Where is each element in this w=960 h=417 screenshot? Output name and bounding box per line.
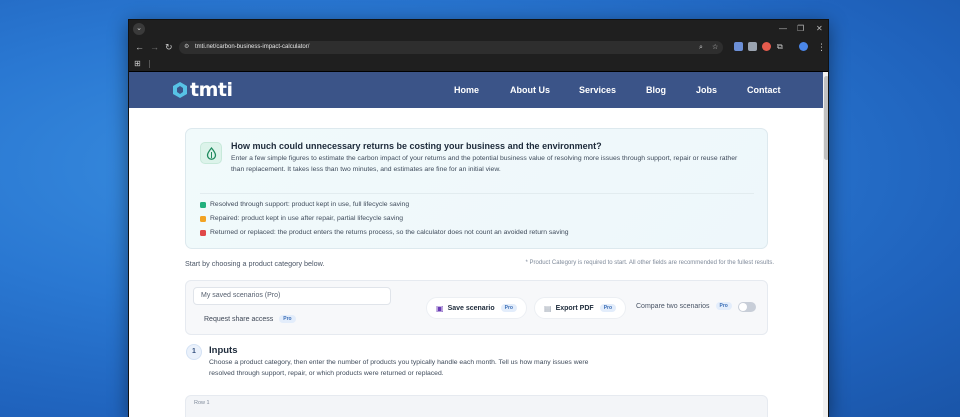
- extension-icon[interactable]: [734, 42, 743, 51]
- export-label: Export PDF: [555, 304, 594, 312]
- save-label: Save scenario: [447, 304, 495, 312]
- extension-icon[interactable]: [762, 42, 771, 51]
- restore-icon[interactable]: ❐: [797, 23, 804, 35]
- browser-toolbar: ← → ↻ ⚙ tmti.net/carbon-business-impact-…: [129, 39, 828, 56]
- divider: [200, 193, 754, 194]
- tab-search-button[interactable]: ⌄: [133, 23, 145, 35]
- compare-scenarios: Compare two scenarios Pro: [636, 302, 732, 310]
- pro-badge: Pro: [500, 304, 517, 312]
- pro-badge: Pro: [279, 315, 296, 323]
- red-status-icon: [200, 229, 206, 236]
- green-status-icon: [200, 201, 206, 208]
- nav-contact[interactable]: Contact: [747, 84, 781, 96]
- save-disk-icon: ▣: [436, 303, 444, 313]
- tab-strip: ⌄ — ❐ ✕: [129, 20, 828, 39]
- minimize-icon[interactable]: —: [779, 23, 787, 35]
- legend-item-resolved: Resolved through support: product kept i…: [200, 201, 409, 208]
- pro-badge: Pro: [715, 302, 732, 310]
- leaf-icon: [200, 142, 222, 164]
- legend-label: Resolved through support: product kept i…: [210, 201, 410, 208]
- share-label: Request share access: [204, 315, 274, 323]
- step-number: 1: [186, 344, 202, 360]
- site-header: tmti Home About Us Services Blog Jobs Co…: [129, 72, 823, 108]
- forward-icon[interactable]: →: [150, 41, 159, 53]
- extensions-puzzle-icon[interactable]: ⧉: [777, 41, 783, 53]
- intro-description: Enter a few simple figures to estimate t…: [231, 155, 738, 173]
- profile-avatar-icon[interactable]: [799, 42, 808, 51]
- browser-window: ⌄ — ❐ ✕ ← → ↻ ⚙ tmti.net/carbon-business…: [128, 19, 829, 417]
- intro-title: How much could unnecessary returns be co…: [231, 141, 602, 151]
- bookmarks-bar: ⊞: [129, 56, 828, 72]
- saved-scenarios-select[interactable]: My saved scenarios (Pro): [193, 287, 391, 305]
- reload-icon[interactable]: ↻: [165, 41, 173, 53]
- tmti-logo[interactable]: tmti: [173, 79, 233, 101]
- legend-label: Returned or replaced: the product enters…: [210, 229, 569, 236]
- start-instruction: Start by choosing a product category bel…: [185, 259, 325, 268]
- logo-hex-icon: [173, 82, 187, 98]
- legend-item-returned: Returned or replaced: the product enters…: [200, 229, 569, 236]
- scrollbar-thumb[interactable]: [824, 76, 828, 160]
- inputs-description: Choose a product category, then enter th…: [209, 359, 589, 377]
- zoom-icon[interactable]: ⌕: [699, 41, 703, 54]
- input-row-card: Row 1: [185, 395, 768, 417]
- scenario-panel: My saved scenarios (Pro) Request share a…: [185, 280, 768, 335]
- bookmark-separator: [149, 60, 150, 68]
- row-label: Row 1: [194, 400, 210, 406]
- request-share-access-link[interactable]: Request share access Pro: [204, 315, 296, 323]
- amber-status-icon: [200, 215, 206, 222]
- save-scenario-button[interactable]: ▣ Save scenario Pro: [426, 297, 527, 319]
- url-text: tmti.net/carbon-business-impact-calculat…: [195, 44, 310, 50]
- bookmark-star-icon[interactable]: ☆: [712, 41, 718, 54]
- address-bar[interactable]: ⚙ tmti.net/carbon-business-impact-calcul…: [179, 41, 723, 54]
- nav-about-us[interactable]: About Us: [510, 84, 550, 96]
- extension-icon[interactable]: [748, 42, 757, 51]
- required-note: * Product Category is required to start.…: [525, 260, 774, 266]
- pro-badge: Pro: [599, 304, 617, 312]
- site-info-icon[interactable]: ⚙: [184, 41, 189, 54]
- inputs-title: Inputs: [209, 345, 238, 356]
- nav-jobs[interactable]: Jobs: [696, 84, 717, 96]
- page-viewport: tmti Home About Us Services Blog Jobs Co…: [129, 72, 828, 417]
- back-icon[interactable]: ←: [135, 41, 144, 53]
- apps-grid-icon[interactable]: ⊞: [134, 59, 141, 69]
- compare-label: Compare two scenarios: [636, 302, 710, 310]
- export-pdf-button[interactable]: ▤ Export PDF Pro: [534, 297, 627, 319]
- page-scrollbar[interactable]: [823, 72, 828, 417]
- legend-label: Repaired: product kept in use after repa…: [210, 215, 404, 222]
- nav-blog[interactable]: Blog: [646, 84, 666, 96]
- intro-card: How much could unnecessary returns be co…: [185, 128, 768, 249]
- logo-text: tmti: [190, 79, 233, 101]
- nav-home[interactable]: Home: [454, 84, 479, 96]
- close-icon[interactable]: ✕: [816, 23, 823, 35]
- nav-services[interactable]: Services: [579, 84, 616, 96]
- menu-dots-icon[interactable]: ⋮: [817, 41, 826, 53]
- legend-item-repaired: Repaired: product kept in use after repa…: [200, 215, 403, 222]
- document-icon: ▤: [544, 303, 552, 313]
- compare-toggle[interactable]: [738, 302, 756, 312]
